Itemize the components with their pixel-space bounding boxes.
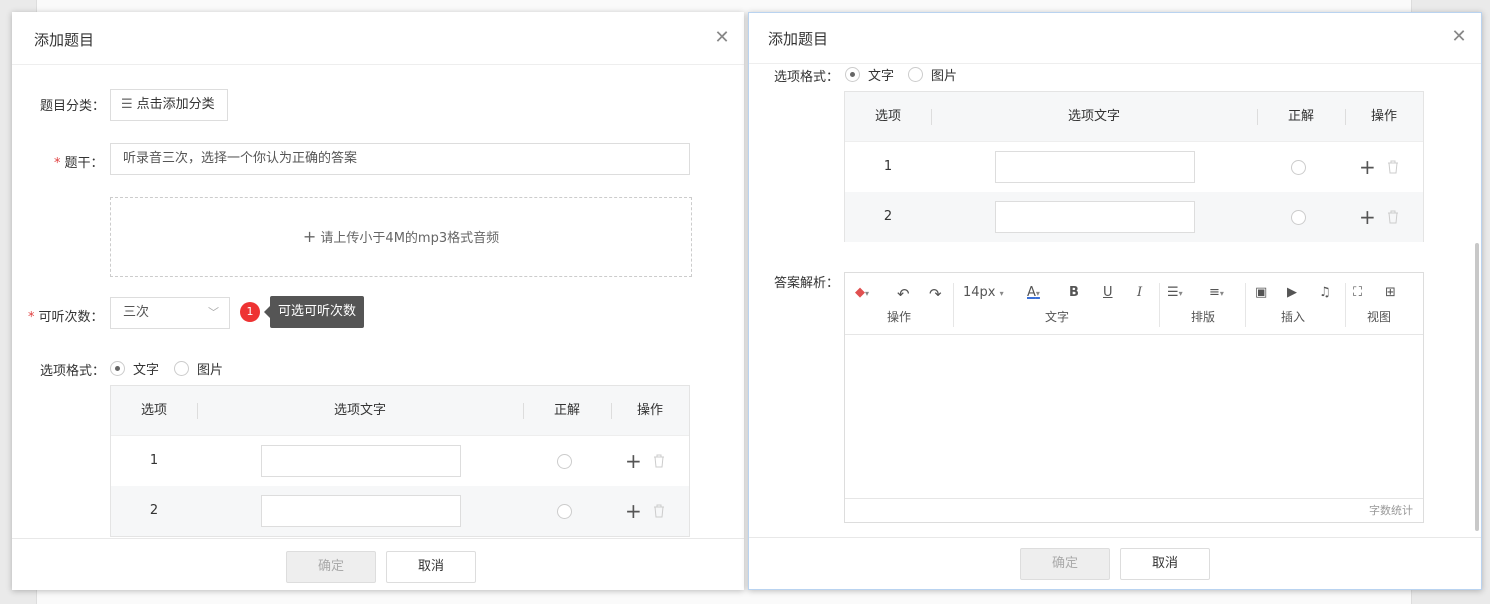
analysis-label: 答案解析：	[774, 276, 840, 291]
add-option-icon[interactable]: +	[1359, 142, 1376, 192]
align-icon[interactable]: ☰▾	[1167, 285, 1183, 300]
chevron-down-icon: ﹀	[208, 306, 219, 319]
correct-radio[interactable]	[1291, 160, 1306, 175]
font-color-icon[interactable]: A▾	[1027, 285, 1040, 300]
table-row: 2 +	[111, 486, 689, 536]
format-image-radio[interactable]: 图片	[174, 359, 223, 378]
table-row: 1 +	[845, 142, 1423, 192]
add-category-button[interactable]: ☰ 点击添加分类	[110, 89, 228, 121]
option-text-input[interactable]	[261, 495, 461, 527]
listen-count-label: * 可听次数：	[28, 310, 104, 325]
add-option-icon[interactable]: +	[1359, 192, 1376, 242]
tooltip: 可选可听次数	[263, 296, 365, 328]
add-option-icon[interactable]: +	[625, 486, 642, 536]
editor-footer: 字数统计	[845, 498, 1423, 522]
delete-icon[interactable]	[653, 504, 665, 518]
eraser-icon[interactable]: ◆▾	[855, 285, 869, 300]
table-header: 选项 选项文字 正解 操作	[845, 92, 1423, 142]
options-table: 选项 选项文字 正解 操作 1 + 2 +	[110, 385, 690, 537]
options-table: 选项 选项文字 正解 操作 1 + 2 +	[844, 91, 1424, 242]
undo-icon[interactable]: ↶	[897, 285, 910, 303]
cancel-button[interactable]: 取消	[386, 551, 476, 583]
image-icon[interactable]: ▣	[1255, 285, 1267, 300]
add-question-dialog-left: 添加题目 ✕ 题目分类： ☰ 点击添加分类 * 题干： 听录音三次，选择一个你认为正…	[12, 12, 744, 590]
dialog-title: 添加题目	[768, 30, 829, 48]
audio-upload-area[interactable]: + 请上传小于4M的mp3格式音频	[110, 197, 692, 277]
plus-icon: +	[302, 227, 317, 246]
source-code-icon[interactable]: ⊞	[1385, 285, 1396, 300]
close-icon[interactable]: ✕	[712, 28, 732, 48]
underline-icon[interactable]: U	[1103, 285, 1113, 300]
stem-label: * 题干：	[54, 156, 104, 171]
indent-icon[interactable]: ≡▾	[1209, 285, 1224, 300]
scrollbar[interactable]	[1475, 243, 1479, 531]
add-option-icon[interactable]: +	[625, 436, 642, 486]
list-icon: ☰	[121, 97, 133, 112]
close-icon[interactable]: ✕	[1449, 27, 1469, 47]
font-size-select[interactable]: 14px ▾	[963, 285, 1004, 300]
dialog-footer: 确定 取消	[749, 537, 1481, 589]
music-icon[interactable]: ♫	[1319, 285, 1331, 300]
editor-toolbar: ◆▾ ↶ ↷ 操作 14px ▾ A▾ B U I 文字 ☰▾ ≡▾ 排版 ▣ …	[845, 273, 1423, 335]
delete-icon[interactable]	[1387, 160, 1399, 174]
add-question-dialog-right: 添加题目 ✕ 选项格式： 文字 图片 选项 选项文字 正解 操作 1 + 2 +	[748, 12, 1482, 590]
dialog-header: 添加题目 ✕	[749, 13, 1481, 64]
option-text-input[interactable]	[995, 151, 1195, 183]
confirm-button[interactable]: 确定	[286, 551, 376, 583]
dialog-title: 添加题目	[34, 31, 95, 49]
delete-icon[interactable]	[653, 454, 665, 468]
delete-icon[interactable]	[1387, 210, 1399, 224]
listen-count-select[interactable]: 三次 ﹀	[110, 297, 230, 329]
format-text-radio[interactable]: 文字	[110, 359, 159, 378]
video-icon[interactable]: ▶	[1287, 285, 1297, 300]
category-label: 题目分类：	[40, 99, 106, 114]
word-count: 字数统计	[1369, 504, 1413, 517]
stem-input[interactable]: 听录音三次，选择一个你认为正确的答案	[110, 143, 690, 175]
correct-radio[interactable]	[1291, 210, 1306, 225]
confirm-button[interactable]: 确定	[1020, 548, 1110, 580]
table-row: 2 +	[845, 192, 1423, 242]
option-text-input[interactable]	[995, 201, 1195, 233]
table-row: 1 +	[111, 436, 689, 486]
rich-text-editor: ◆▾ ↶ ↷ 操作 14px ▾ A▾ B U I 文字 ☰▾ ≡▾ 排版 ▣ …	[844, 272, 1424, 523]
format-label: 选项格式：	[40, 364, 106, 379]
format-image-radio[interactable]: 图片	[908, 65, 957, 84]
dialog-header: 添加题目 ✕	[12, 12, 744, 65]
bold-icon[interactable]: B	[1069, 285, 1079, 300]
dialog-footer: 确定 取消	[12, 538, 744, 590]
fullscreen-icon[interactable]: ⛶	[1353, 285, 1362, 300]
step-badge: 1	[240, 302, 260, 322]
correct-radio[interactable]	[557, 454, 572, 469]
italic-icon[interactable]: I	[1137, 285, 1142, 300]
option-text-input[interactable]	[261, 445, 461, 477]
redo-icon[interactable]: ↷	[929, 285, 942, 303]
format-label: 选项格式：	[774, 70, 840, 85]
table-header: 选项 选项文字 正解 操作	[111, 386, 689, 436]
format-text-radio[interactable]: 文字	[845, 65, 894, 84]
cancel-button[interactable]: 取消	[1120, 548, 1210, 580]
correct-radio[interactable]	[557, 504, 572, 519]
